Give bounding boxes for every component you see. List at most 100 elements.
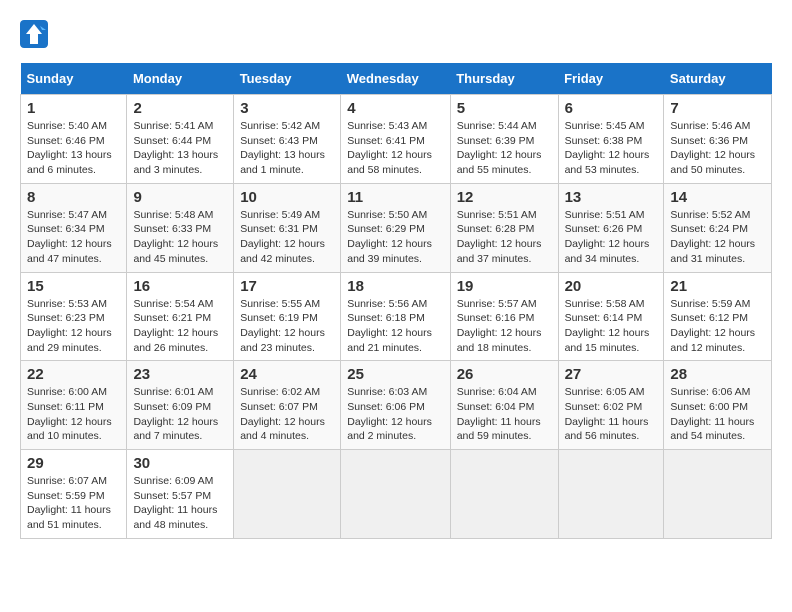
day-number: 27 [565,366,658,383]
calendar-week-4: 22 Sunrise: 6:00 AM Sunset: 6:11 PM Dayli… [21,361,772,450]
day-info: Sunrise: 6:04 AM Sunset: 6:04 PM Dayligh… [457,385,552,444]
day-info: Sunrise: 5:59 AM Sunset: 6:12 PM Dayligh… [670,297,765,356]
calendar-cell: 11 Sunrise: 5:50 AM Sunset: 6:29 PM Dayli… [341,183,450,272]
day-number: 7 [670,100,765,117]
day-info: Sunrise: 5:51 AM Sunset: 6:28 PM Dayligh… [457,208,552,267]
col-header-friday: Friday [558,63,664,95]
logo [20,20,52,53]
col-header-monday: Monday [127,63,234,95]
day-number: 29 [27,455,120,472]
day-info: Sunrise: 5:57 AM Sunset: 6:16 PM Dayligh… [457,297,552,356]
logo-icon [20,20,48,48]
calendar-cell: 14 Sunrise: 5:52 AM Sunset: 6:24 PM Dayli… [664,183,772,272]
calendar-cell: 22 Sunrise: 6:00 AM Sunset: 6:11 PM Dayli… [21,361,127,450]
page-header [20,20,772,53]
day-number: 22 [27,366,120,383]
calendar-cell [558,450,664,539]
calendar-cell: 16Sunrise: 5:54 AM Sunset: 6:21 PM Dayli… [127,272,234,361]
day-number: 11 [347,189,443,206]
day-info: Sunrise: 5:50 AM Sunset: 6:29 PM Dayligh… [347,208,443,267]
day-info: Sunrise: 5:42 AM Sunset: 6:43 PM Dayligh… [240,119,334,178]
day-info: Sunrise: 5:58 AM Sunset: 6:14 PM Dayligh… [565,297,658,356]
calendar-cell: 20 Sunrise: 5:58 AM Sunset: 6:14 PM Dayli… [558,272,664,361]
day-info: Sunrise: 5:55 AM Sunset: 6:19 PM Dayligh… [240,297,334,356]
day-info: Sunrise: 5:54 AM Sunset: 6:21 PM Dayligh… [133,297,227,356]
calendar-cell: 12 Sunrise: 5:51 AM Sunset: 6:28 PM Dayli… [450,183,558,272]
day-info: Sunrise: 6:06 AM Sunset: 6:00 PM Dayligh… [670,385,765,444]
day-number: 6 [565,100,658,117]
calendar-cell [341,450,450,539]
calendar-cell [664,450,772,539]
calendar-cell: 2Sunrise: 5:41 AM Sunset: 6:44 PM Daylig… [127,95,234,184]
calendar-cell [234,450,341,539]
calendar-cell: 15 Sunrise: 5:53 AM Sunset: 6:23 PM Dayli… [21,272,127,361]
calendar-cell: 3 Sunrise: 5:42 AM Sunset: 6:43 PM Daylig… [234,95,341,184]
day-info: Sunrise: 5:40 AM Sunset: 6:46 PM Dayligh… [27,119,120,178]
day-number: 14 [670,189,765,206]
day-number: 1 [27,100,120,117]
calendar-cell: 5Sunrise: 5:44 AM Sunset: 6:39 PM Daylig… [450,95,558,184]
calendar-week-5: 29 Sunrise: 6:07 AM Sunset: 5:59 PM Dayli… [21,450,772,539]
day-number: 3 [240,100,334,117]
day-info: Sunrise: 6:07 AM Sunset: 5:59 PM Dayligh… [27,474,120,533]
day-number: 9 [133,189,227,206]
day-info: Sunrise: 5:49 AM Sunset: 6:31 PM Dayligh… [240,208,334,267]
calendar-cell: 9 Sunrise: 5:48 AM Sunset: 6:33 PM Daylig… [127,183,234,272]
day-number: 19 [457,278,552,295]
day-info: Sunrise: 6:09 AM Sunset: 5:57 PM Dayligh… [133,474,227,533]
day-number: 10 [240,189,334,206]
calendar-cell: 13 Sunrise: 5:51 AM Sunset: 6:26 PM Dayli… [558,183,664,272]
day-number: 30 [133,455,227,472]
calendar-cell: 21Sunrise: 5:59 AM Sunset: 6:12 PM Dayli… [664,272,772,361]
col-header-tuesday: Tuesday [234,63,341,95]
calendar-week-1: 1 Sunrise: 5:40 AM Sunset: 6:46 PM Daylig… [21,95,772,184]
calendar-cell: 18 Sunrise: 5:56 AM Sunset: 6:18 PM Dayli… [341,272,450,361]
calendar-cell: 1 Sunrise: 5:40 AM Sunset: 6:46 PM Daylig… [21,95,127,184]
day-number: 20 [565,278,658,295]
day-number: 15 [27,278,120,295]
calendar-week-2: 8Sunrise: 5:47 AM Sunset: 6:34 PM Daylig… [21,183,772,272]
calendar-cell: 19 Sunrise: 5:57 AM Sunset: 6:16 PM Dayli… [450,272,558,361]
day-number: 13 [565,189,658,206]
calendar-cell: 26 Sunrise: 6:04 AM Sunset: 6:04 PM Dayli… [450,361,558,450]
calendar-cell: 27 Sunrise: 6:05 AM Sunset: 6:02 PM Dayli… [558,361,664,450]
day-number: 25 [347,366,443,383]
day-number: 8 [27,189,120,206]
day-number: 2 [133,100,227,117]
day-number: 4 [347,100,443,117]
calendar-cell: 29 Sunrise: 6:07 AM Sunset: 5:59 PM Dayli… [21,450,127,539]
day-info: Sunrise: 5:56 AM Sunset: 6:18 PM Dayligh… [347,297,443,356]
calendar-cell: 23 Sunrise: 6:01 AM Sunset: 6:09 PM Dayli… [127,361,234,450]
day-number: 12 [457,189,552,206]
day-number: 23 [133,366,227,383]
day-info: Sunrise: 5:51 AM Sunset: 6:26 PM Dayligh… [565,208,658,267]
calendar-cell: 24 Sunrise: 6:02 AM Sunset: 6:07 PM Dayli… [234,361,341,450]
calendar-cell: 17Sunrise: 5:55 AM Sunset: 6:19 PM Dayli… [234,272,341,361]
col-header-saturday: Saturday [664,63,772,95]
calendar-table: SundayMondayTuesdayWednesdayThursdayFrid… [20,63,772,539]
col-header-wednesday: Wednesday [341,63,450,95]
day-info: Sunrise: 5:48 AM Sunset: 6:33 PM Dayligh… [133,208,227,267]
calendar-cell: 6 Sunrise: 5:45 AM Sunset: 6:38 PM Daylig… [558,95,664,184]
calendar-cell: 30 Sunrise: 6:09 AM Sunset: 5:57 PM Dayli… [127,450,234,539]
day-info: Sunrise: 5:46 AM Sunset: 6:36 PM Dayligh… [670,119,765,178]
day-info: Sunrise: 6:03 AM Sunset: 6:06 PM Dayligh… [347,385,443,444]
calendar-cell [450,450,558,539]
day-number: 26 [457,366,552,383]
day-info: Sunrise: 5:52 AM Sunset: 6:24 PM Dayligh… [670,208,765,267]
calendar-cell: 8Sunrise: 5:47 AM Sunset: 6:34 PM Daylig… [21,183,127,272]
day-number: 24 [240,366,334,383]
day-info: Sunrise: 5:44 AM Sunset: 6:39 PM Dayligh… [457,119,552,178]
day-info: Sunrise: 5:43 AM Sunset: 6:41 PM Dayligh… [347,119,443,178]
calendar-cell: 7 Sunrise: 5:46 AM Sunset: 6:36 PM Daylig… [664,95,772,184]
day-info: Sunrise: 5:53 AM Sunset: 6:23 PM Dayligh… [27,297,120,356]
day-info: Sunrise: 5:45 AM Sunset: 6:38 PM Dayligh… [565,119,658,178]
day-info: Sunrise: 6:01 AM Sunset: 6:09 PM Dayligh… [133,385,227,444]
day-info: Sunrise: 6:02 AM Sunset: 6:07 PM Dayligh… [240,385,334,444]
day-info: Sunrise: 6:00 AM Sunset: 6:11 PM Dayligh… [27,385,120,444]
day-info: Sunrise: 6:05 AM Sunset: 6:02 PM Dayligh… [565,385,658,444]
col-header-sunday: Sunday [21,63,127,95]
col-header-thursday: Thursday [450,63,558,95]
day-number: 18 [347,278,443,295]
calendar-cell: 25 Sunrise: 6:03 AM Sunset: 6:06 PM Dayli… [341,361,450,450]
